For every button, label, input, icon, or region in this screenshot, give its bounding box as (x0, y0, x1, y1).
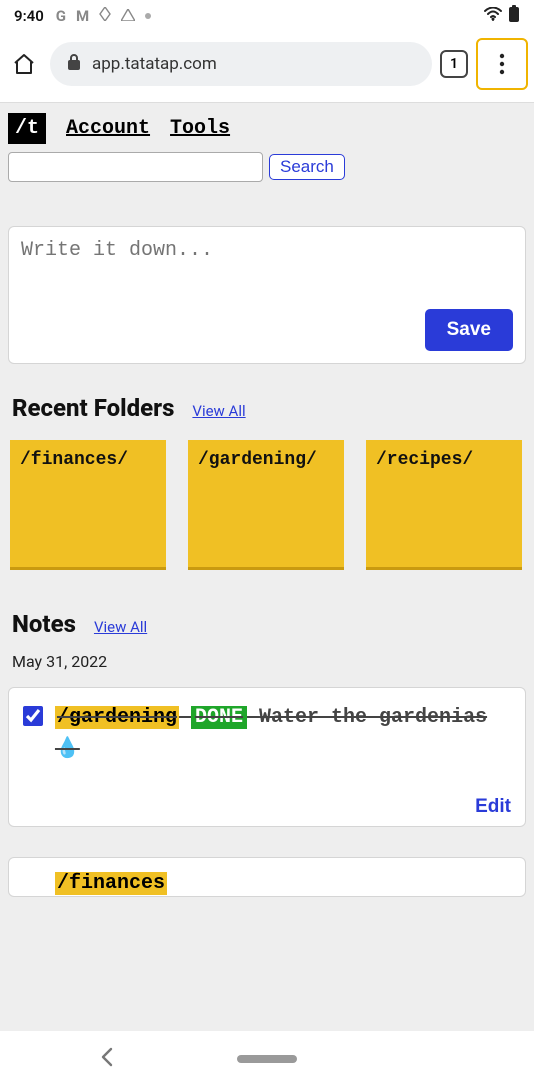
folder-card-recipes[interactable]: /recipes/ (366, 440, 522, 570)
app-top-nav: /t Account Tools (0, 103, 534, 152)
folders-row: /finances/ /gardening/ /recipes/ (0, 430, 534, 600)
note-body: /gardening DONE Water the gardenias💧 (55, 702, 511, 766)
compose-textarea[interactable] (21, 239, 513, 299)
notes-header: Notes View All (0, 600, 534, 646)
status-right (484, 5, 520, 27)
diamond-icon (99, 7, 111, 25)
note-card: /gardening DONE Water the gardenias💧 Edi… (8, 687, 526, 827)
recent-folders-title: Recent Folders (12, 394, 174, 422)
notes-title: Notes (12, 610, 76, 638)
note-actions: Edit (23, 766, 511, 818)
wifi-icon (484, 7, 502, 25)
tab-count-value: 1 (450, 56, 458, 72)
note-card: /finances (8, 857, 526, 897)
address-bar-url: app.tatatap.com (92, 54, 217, 74)
browser-home-button[interactable] (6, 46, 42, 82)
save-button[interactable]: Save (425, 309, 513, 351)
device-home-pill[interactable] (237, 1055, 297, 1063)
status-left: 9:40 G M (14, 7, 151, 25)
device-nav-bar (0, 1031, 534, 1080)
recent-folders-viewall-link[interactable]: View All (192, 402, 245, 420)
more-vertical-icon (499, 53, 505, 75)
note-checkbox[interactable] (23, 706, 43, 726)
google-icon: G (56, 7, 66, 25)
note-folder-tag[interactable]: /gardening (55, 706, 179, 729)
status-app-icons: G M (56, 7, 151, 25)
device-back-button[interactable] (100, 1047, 114, 1071)
nav-tools-link[interactable]: Tools (170, 117, 230, 140)
folder-card-finances[interactable]: /finances/ (10, 440, 166, 570)
notes-viewall-link[interactable]: View All (94, 618, 147, 636)
lock-icon (66, 53, 82, 76)
tab-switcher-button[interactable]: 1 (440, 50, 468, 78)
note-folder-tag[interactable]: /finances (55, 872, 167, 895)
app-content: /t Account Tools Search Save Recent Fold… (0, 103, 534, 1031)
note-status-tag: DONE (191, 706, 247, 729)
gmail-icon: M (76, 7, 89, 25)
battery-icon (508, 5, 520, 27)
folder-card-gardening[interactable]: /gardening/ (188, 440, 344, 570)
compose-actions: Save (21, 303, 513, 351)
triangle-icon (121, 7, 135, 25)
browser-menu-button[interactable] (476, 38, 528, 90)
note-row: /finances (23, 868, 511, 897)
chevron-left-icon (100, 1047, 114, 1067)
note-body: /finances (55, 868, 167, 897)
search-input[interactable] (8, 152, 263, 182)
browser-chrome: app.tatatap.com 1 (0, 32, 534, 103)
app-logo[interactable]: /t (8, 113, 46, 144)
status-time: 9:40 (14, 7, 44, 25)
search-button[interactable]: Search (269, 154, 345, 180)
compose-card: Save (8, 226, 526, 364)
nav-account-link[interactable]: Account (66, 117, 150, 140)
note-row: /gardening DONE Water the gardenias💧 (23, 702, 511, 766)
home-icon (12, 52, 36, 76)
recent-folders-header: Recent Folders View All (0, 372, 534, 430)
notes-date-label: May 31, 2022 (0, 646, 534, 681)
device-status-bar: 9:40 G M (0, 0, 534, 32)
edit-button[interactable]: Edit (475, 796, 511, 818)
search-row: Search (0, 152, 534, 196)
status-dot-icon (145, 13, 151, 19)
address-bar[interactable]: app.tatatap.com (50, 42, 432, 86)
